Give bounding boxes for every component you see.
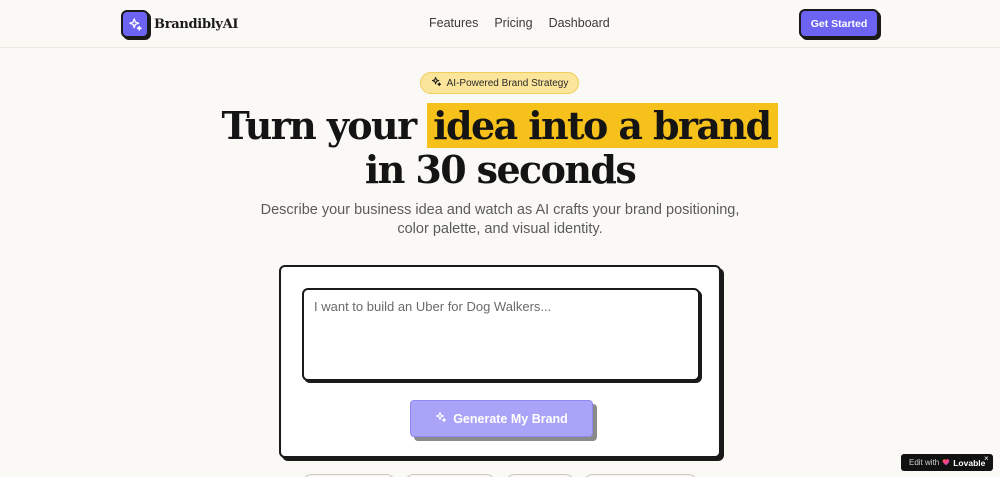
heart-icon bbox=[942, 458, 950, 468]
idea-input[interactable] bbox=[302, 288, 700, 381]
brand-logo[interactable]: BrandiblyAI bbox=[121, 10, 239, 38]
nav-pricing[interactable]: Pricing bbox=[494, 16, 532, 30]
site-header: BrandiblyAI Features Pricing Dashboard G… bbox=[0, 0, 1000, 48]
hero-headline: Turn your idea into a brand in 30 second… bbox=[0, 103, 1000, 192]
generate-brand-button[interactable]: Generate My Brand bbox=[410, 400, 593, 437]
sparkles-icon bbox=[435, 411, 447, 426]
headline-highlight: idea into a brand bbox=[427, 103, 779, 148]
close-icon[interactable]: × bbox=[984, 454, 989, 463]
lovable-brand: Lovable bbox=[953, 457, 986, 468]
sparkles-icon bbox=[431, 76, 442, 90]
nav-features[interactable]: Features bbox=[429, 16, 478, 30]
generate-brand-label: Generate My Brand bbox=[453, 411, 568, 426]
hero-badge-label: AI-Powered Brand Strategy bbox=[446, 77, 569, 89]
nav-dashboard[interactable]: Dashboard bbox=[549, 16, 610, 30]
idea-card: Generate My Brand bbox=[279, 265, 721, 458]
lovable-prefix: Edit with bbox=[909, 458, 940, 467]
edit-with-lovable-badge[interactable]: Edit with Lovable bbox=[901, 454, 993, 471]
headline-line2: in 30 seconds bbox=[364, 147, 637, 192]
brand-name: BrandiblyAI bbox=[154, 16, 239, 32]
sparkles-icon bbox=[121, 10, 149, 38]
headline-part1: Turn your bbox=[221, 103, 418, 148]
main-nav: Features Pricing Dashboard bbox=[429, 16, 610, 30]
get-started-button[interactable]: Get Started bbox=[799, 9, 879, 38]
hero-subtitle: Describe your business idea and watch as… bbox=[260, 202, 740, 237]
hero-badge: AI-Powered Brand Strategy bbox=[420, 72, 579, 94]
